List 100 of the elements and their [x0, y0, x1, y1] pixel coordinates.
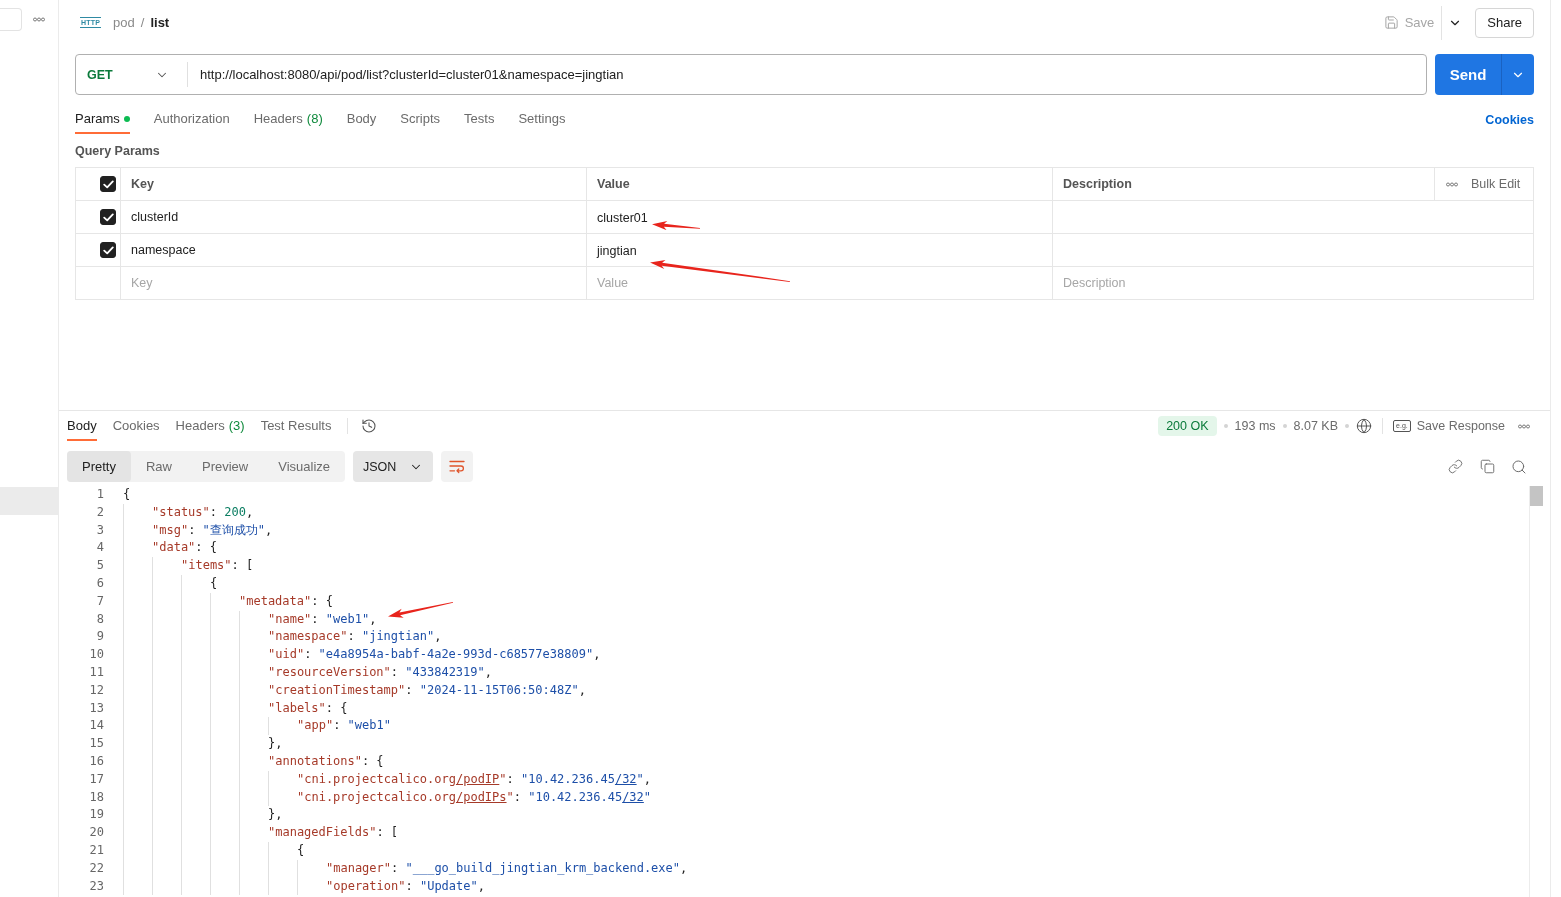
network-button[interactable]: [1356, 418, 1373, 434]
line-number: 19: [89, 806, 104, 824]
code-line: },: [268, 806, 283, 824]
request-tab[interactable]: Authorization: [153, 105, 230, 134]
response-time: 193 ms: [1234, 419, 1276, 433]
code-line: "annotations": {: [268, 752, 384, 770]
description-field[interactable]: Description: [1063, 267, 1523, 299]
code-line: },: [268, 735, 283, 753]
view-option[interactable]: Pretty: [67, 451, 131, 482]
more-icon[interactable]: [1446, 181, 1458, 187]
line-number: 1: [96, 486, 104, 503]
format-select[interactable]: JSON: [353, 451, 434, 482]
breadcrumb-item[interactable]: pod: [113, 15, 135, 30]
sidebar-input-field[interactable]: [0, 7, 22, 31]
view-option[interactable]: Raw: [130, 451, 187, 482]
code-line: "creationTimestamp": "2024-11-15T06:50:48Z",: [268, 681, 586, 699]
url-field[interactable]: http://localhost:8080/api/pod/list?clusterId=cluster01&namespace=jingtian: [188, 55, 1426, 94]
line-number: 16: [89, 752, 104, 770]
send-button[interactable]: Send: [1435, 54, 1501, 95]
separator-dot-icon: [1345, 424, 1350, 428]
response-tab[interactable]: Test Results: [260, 411, 332, 441]
more-icon[interactable]: [1518, 423, 1530, 429]
response-tab[interactable]: Headers (3): [175, 411, 245, 441]
code-line: "uid": "e4a8954a-babf-4a2e-993d-c68577e38809",: [268, 646, 601, 664]
status-badge: 200 OK: [1158, 416, 1217, 436]
line-number: 7: [96, 592, 104, 610]
breadcrumb-separator: /: [140, 15, 145, 30]
code-line: "cni.projectcalico.org/podIPs": "10.42.236.45/32": [297, 788, 652, 806]
response-tab[interactable]: Body: [67, 411, 97, 441]
line-number: 20: [89, 824, 104, 842]
line-number: 6: [96, 575, 104, 592]
more-icon[interactable]: [33, 16, 45, 22]
globe-icon: [1356, 418, 1373, 434]
code-link[interactable]: /32: [622, 789, 644, 804]
line-number: 10: [89, 646, 104, 664]
line-number: 18: [89, 788, 104, 806]
line-number: 11: [89, 663, 104, 681]
column-header: Description: [1063, 177, 1132, 191]
view-option[interactable]: Visualize: [263, 451, 346, 482]
line-number: 2: [96, 503, 104, 521]
checkbox[interactable]: [100, 242, 116, 258]
line-number: 5: [96, 557, 104, 575]
cookies-link[interactable]: Cookies: [1485, 112, 1534, 127]
request-bar[interactable]: GET http://localhost:8080/api/pod/list?clusterId=cluster01&namespace=jingtian: [75, 54, 1427, 95]
checkbox[interactable]: [100, 209, 116, 225]
code-line: "items": [: [181, 557, 254, 575]
separator-dot-icon: [1223, 424, 1228, 428]
param-key: namespace: [131, 243, 196, 257]
line-number: 21: [89, 841, 104, 859]
line-number: 3: [96, 521, 104, 539]
scrollbar-thumb[interactable]: [1530, 486, 1543, 506]
request-tab[interactable]: Tests: [464, 105, 495, 134]
view-option[interactable]: Preview: [187, 451, 264, 482]
param-value: jingtian: [597, 243, 637, 258]
method-select[interactable]: GET: [76, 55, 187, 94]
code-line: {: [123, 486, 131, 503]
request-tab[interactable]: Scripts: [400, 105, 441, 134]
line-number: 9: [96, 628, 104, 646]
line-number: 17: [89, 770, 104, 788]
link-icon: [1447, 459, 1463, 474]
line-number: 13: [89, 699, 104, 717]
bulk-edit-button[interactable]: Bulk Edit: [1471, 177, 1521, 191]
code-link[interactable]: /32: [614, 771, 637, 786]
code-line: "managedFields": [: [268, 824, 399, 842]
code-link[interactable]: /podIPs: [455, 789, 507, 804]
column-header: Value: [597, 177, 630, 191]
share-button[interactable]: Share: [1475, 7, 1534, 38]
key-field[interactable]: Key: [131, 267, 576, 299]
code-line: "name": "web1",: [268, 610, 377, 628]
code-line: "namespace": "jingtian",: [268, 628, 442, 646]
line-number: 8: [96, 610, 104, 628]
code-line: "cni.projectcalico.org/podIP": "10.42.236.45/32",: [297, 770, 652, 788]
history-icon: [361, 418, 378, 434]
code-line: {: [210, 575, 218, 592]
save-icon: [1383, 15, 1399, 30]
request-tab[interactable]: Headers (8): [253, 105, 323, 134]
copy-icon: [1479, 459, 1495, 474]
breadcrumb-item[interactable]: list: [150, 15, 170, 30]
line-number: 15: [89, 735, 104, 753]
wrap-lines-button[interactable]: [441, 451, 474, 482]
column-header: Key: [131, 177, 154, 191]
checkbox[interactable]: [100, 176, 116, 192]
request-tab[interactable]: Params: [75, 105, 130, 134]
response-tab[interactable]: Cookies: [112, 411, 160, 441]
line-number: 4: [96, 539, 104, 557]
response-size: 8.07 KB: [1293, 419, 1339, 433]
code-line: "metadata": {: [239, 592, 333, 610]
code-link[interactable]: /podIP: [455, 771, 500, 786]
line-number: 14: [89, 717, 104, 735]
history-button[interactable]: [361, 418, 378, 434]
code-line: {: [297, 841, 305, 859]
scrollbar-track[interactable]: [1529, 486, 1543, 897]
request-tab[interactable]: Settings: [518, 105, 566, 134]
value-field[interactable]: Value: [597, 267, 1042, 299]
line-number: 23: [89, 877, 104, 895]
request-tab[interactable]: Body: [346, 105, 377, 134]
code-line: "status": 200,: [152, 503, 254, 521]
separator-dot-icon: [1282, 424, 1287, 428]
param-key: clusterId: [131, 210, 179, 224]
code-line: "app": "web1": [297, 717, 391, 735]
